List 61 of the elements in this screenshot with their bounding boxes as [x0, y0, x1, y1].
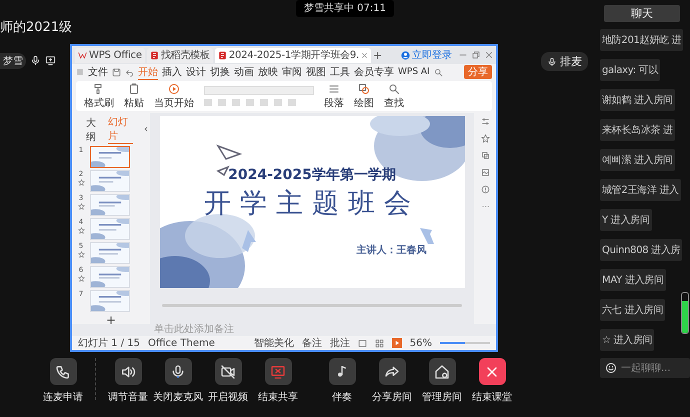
chat-input[interactable]: 一起聊聊...	[621, 362, 676, 374]
toolbar-label: 连麦申请	[43, 390, 83, 404]
chat-message: galaxy: 可以	[600, 59, 660, 81]
toolbar-label: 关闭麦克风	[153, 390, 203, 404]
toolbar-label: 结束课堂	[472, 390, 512, 404]
menu-tab[interactable]: 会员专享	[354, 65, 394, 79]
chat-message: 来杯长岛冰茶 进	[600, 119, 675, 141]
toolbar-label: 调节音量	[108, 390, 148, 404]
menu-tab[interactable]: 设计	[186, 65, 206, 79]
comments-button[interactable]: 批注	[330, 336, 350, 350]
menu-tab[interactable]: 审阅	[282, 65, 302, 79]
toolbar-label: 开启视频	[208, 390, 248, 404]
chat-header: 聊天	[604, 5, 680, 22]
app-tab[interactable]: 找稻壳模板	[146, 48, 213, 62]
toolbar-label: 结束共享	[258, 390, 298, 404]
slide-subtitle: 2024-2025学年第一学期	[228, 166, 396, 184]
theme-name: Office Theme	[148, 338, 215, 348]
ribbon-button[interactable]: 当页开始	[154, 82, 194, 110]
ribbon-button[interactable]: 格式刷	[84, 82, 114, 110]
add-slide-button[interactable]: +	[96, 314, 126, 324]
menu-tab[interactable]: 切换	[210, 65, 230, 79]
chat-message: MAY 进入房间	[600, 269, 666, 291]
collapse-button[interactable]: ‹	[144, 124, 148, 135]
chat-message: 城管2王海洋 进入	[600, 179, 681, 201]
toolbar-label: 伴奏	[332, 391, 352, 404]
queue-button[interactable]: 排麦	[541, 52, 588, 71]
toolbar-label: 管理房间	[422, 390, 462, 404]
chat-message: ☆ 进入房间	[600, 329, 654, 351]
panel-tab[interactable]: 大纲	[86, 116, 103, 144]
slide-title: 开学主题班会	[204, 187, 420, 221]
app-tab[interactable]: 2024-2025-1学期开学班会9.	[214, 48, 372, 62]
zoom-level: 56%	[410, 338, 432, 348]
toolbar-label: 分享房间	[372, 390, 412, 404]
new-tab-button[interactable]: +	[373, 48, 382, 62]
chat-input-field[interactable]: 一起聊聊...	[600, 358, 690, 378]
menu-tab[interactable]: 动画	[234, 65, 254, 79]
presenter-name: 梦雪	[0, 53, 26, 69]
ribbon-button[interactable]: 段落	[324, 82, 344, 110]
room-title: 师的2021级	[0, 19, 72, 36]
menu-tab[interactable]: 插入	[162, 65, 182, 79]
chat-message: 六七 进入房间	[600, 299, 666, 321]
app-tab[interactable]: WPS Office	[75, 48, 145, 62]
menu-tab[interactable]: 工具	[330, 65, 350, 79]
share-status-toast: 梦雪共享中 07:11	[296, 0, 394, 17]
chat-message: Y 进入房间	[600, 209, 652, 231]
wps-ai-button[interactable]: WPS AI	[398, 67, 430, 77]
chat-message: Quinn808 进入房	[600, 239, 682, 261]
ribbon-button[interactable]: 绘图	[354, 82, 374, 110]
chat-message: 地防201赵妍屹 进	[600, 29, 684, 51]
file-menu[interactable]: 文件	[88, 65, 108, 79]
chat-message: 예삐潆 进入房间	[600, 149, 675, 171]
ribbon-button[interactable]: 查找	[384, 82, 404, 110]
slide-speaker: 主讲人：王春风	[356, 243, 426, 257]
chat-message: 谢如鹤 进入房间	[600, 89, 675, 111]
menu-tab[interactable]: 视图	[306, 65, 326, 79]
menu-tab[interactable]: 放映	[258, 65, 278, 79]
notes-button[interactable]: 备注	[302, 336, 322, 350]
login-link[interactable]: 立即登录	[412, 48, 452, 62]
beautify-button[interactable]: 智能美化	[254, 336, 294, 350]
slide-counter: 幻灯片 1 / 15	[78, 336, 140, 350]
ribbon-button[interactable]: 粘贴	[124, 82, 144, 110]
